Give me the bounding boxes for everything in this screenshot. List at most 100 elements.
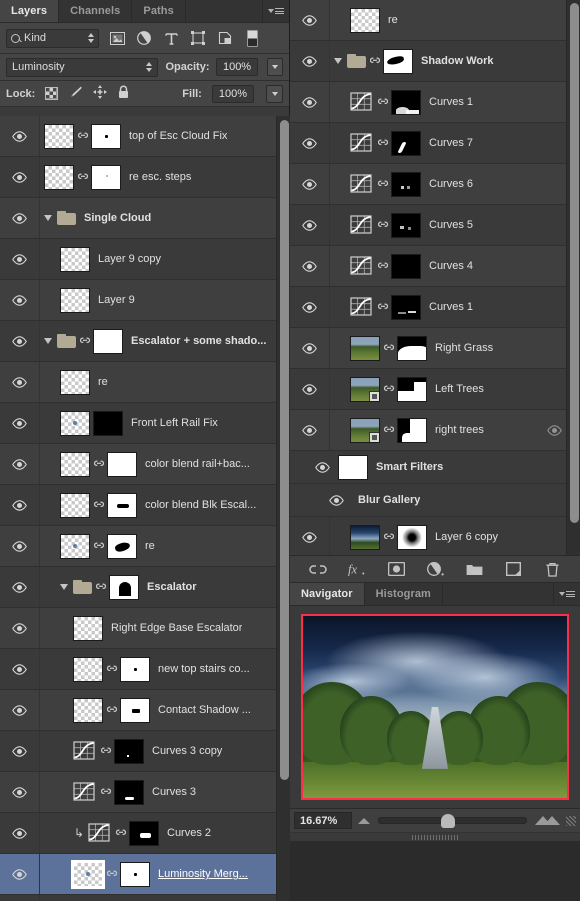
layer-mask-thumbnail[interactable] — [93, 411, 123, 436]
link-icon[interactable] — [377, 299, 388, 315]
link-icon[interactable] — [383, 340, 394, 356]
table-row[interactable]: re esc. steps — [0, 157, 276, 198]
layer-mask-thumbnail[interactable] — [129, 821, 159, 846]
opacity-input[interactable]: 100% — [216, 58, 257, 76]
fill-input[interactable]: 100% — [212, 85, 254, 103]
layer-thumbnail[interactable] — [350, 525, 380, 550]
layer-name[interactable]: Curves 5 — [429, 219, 473, 231]
layer-name[interactable]: Curves 7 — [429, 137, 473, 149]
table-row[interactable]: right trees — [290, 410, 566, 451]
table-row[interactable]: color blend rail+bac... — [0, 444, 276, 485]
layer-visibility-toggle[interactable] — [0, 649, 40, 689]
table-row[interactable]: Contact Shadow ... — [0, 690, 276, 731]
layer-visibility-toggle[interactable] — [0, 280, 40, 320]
zoom-in-mountain-icon[interactable] — [535, 816, 560, 825]
layer-visibility-toggle[interactable] — [0, 362, 40, 402]
layer-mask-thumbnail[interactable] — [397, 525, 427, 550]
table-row[interactable]: Curves 3 copy — [0, 731, 276, 772]
table-row[interactable]: ↳Curves 2 — [0, 813, 276, 854]
table-row[interactable]: Layer 9 — [0, 280, 276, 321]
table-row[interactable]: Curves 3 — [0, 772, 276, 813]
layer-name[interactable]: re — [145, 540, 155, 552]
curves-adjustment-icon[interactable] — [350, 174, 374, 194]
layer-name[interactable]: top of Esc Cloud Fix — [129, 130, 227, 142]
layer-thumbnail[interactable] — [73, 657, 103, 682]
curves-adjustment-icon[interactable] — [350, 215, 374, 235]
link-icon[interactable] — [93, 497, 104, 513]
table-row[interactable]: Right Edge Base Escalator — [0, 608, 276, 649]
layer-visibility-toggle[interactable] — [0, 731, 40, 771]
layer-visibility-toggle[interactable] — [0, 608, 40, 648]
new-group-icon[interactable] — [465, 560, 483, 578]
zoom-slider-knob[interactable] — [441, 814, 455, 828]
layer-name[interactable]: color blend rail+bac... — [145, 458, 250, 470]
layer-visibility-toggle[interactable] — [0, 239, 40, 279]
curves-adjustment-icon[interactable] — [350, 92, 374, 112]
layer-mask-thumbnail[interactable] — [114, 739, 144, 764]
link-icon[interactable] — [377, 94, 388, 110]
curves-adjustment-icon[interactable] — [88, 823, 112, 843]
disclosure-triangle-icon[interactable] — [44, 215, 52, 221]
link-icon[interactable] — [106, 661, 117, 677]
layer-visibility-toggle[interactable] — [290, 41, 330, 81]
navigator-menu-button[interactable] — [554, 583, 580, 605]
layer-mask-thumbnail[interactable] — [397, 418, 427, 443]
layer-thumbnail[interactable] — [350, 377, 380, 402]
disclosure-triangle-icon[interactable] — [334, 58, 342, 64]
adjustment-layer-icon[interactable] — [426, 560, 444, 578]
table-row[interactable]: Escalator Work — [0, 895, 276, 901]
layer-thumbnail[interactable] — [350, 418, 380, 443]
tab-navigator[interactable]: Navigator — [290, 583, 365, 605]
lock-transparency-icon[interactable] — [45, 87, 58, 100]
zoom-out-mountain-icon[interactable] — [358, 818, 370, 824]
layer-name[interactable]: Front Left Rail Fix — [131, 417, 218, 429]
layer-visibility-toggle[interactable] — [0, 854, 40, 894]
tab-layers[interactable]: Layers — [0, 0, 59, 22]
layer-name[interactable]: Curves 1 — [429, 301, 473, 313]
layer-visibility-toggle[interactable] — [0, 567, 40, 607]
link-icon[interactable] — [383, 422, 394, 438]
link-icon[interactable] — [93, 456, 104, 472]
curves-adjustment-icon[interactable] — [73, 782, 97, 802]
layer-name[interactable]: Right Grass — [435, 342, 493, 354]
smart-filters-thumbnail[interactable] — [338, 455, 368, 480]
layers-scrollbar-thumb[interactable] — [280, 120, 289, 780]
lock-position-icon[interactable] — [93, 85, 107, 102]
link-icon[interactable] — [106, 702, 117, 718]
table-row[interactable]: Curves 5 — [290, 205, 566, 246]
layer-thumbnail[interactable] — [60, 247, 90, 272]
pixel-filter-icon[interactable] — [109, 30, 125, 46]
layer-visibility-toggle[interactable] — [290, 82, 330, 122]
layer-visibility-toggle[interactable] — [290, 451, 336, 483]
layer-mask-thumbnail[interactable] — [383, 49, 413, 74]
link-icon[interactable] — [383, 529, 394, 545]
layer-visibility-toggle[interactable] — [290, 164, 330, 204]
layer-name[interactable]: Blur Gallery — [358, 494, 420, 506]
link-icon[interactable] — [100, 784, 111, 800]
layer-visibility-toggle[interactable] — [0, 444, 40, 484]
layer-name[interactable]: Luminosity Merg... — [158, 868, 248, 880]
layer-name[interactable]: Curves 3 — [152, 786, 196, 798]
add-mask-icon[interactable] — [387, 560, 405, 578]
table-row[interactable]: re — [0, 526, 276, 567]
link-icon[interactable] — [377, 258, 388, 274]
layer-visibility-toggle[interactable] — [0, 813, 40, 853]
layer-visibility-toggle[interactable] — [290, 0, 330, 40]
layer-visibility-toggle[interactable] — [290, 205, 330, 245]
curves-adjustment-icon[interactable] — [73, 741, 97, 761]
layer-visibility-toggle[interactable] — [290, 287, 330, 327]
layer-name[interactable]: Shadow Work — [421, 55, 494, 67]
link-icon[interactable] — [377, 176, 388, 192]
table-row[interactable]: Curves 4 — [290, 246, 566, 287]
table-row[interactable]: re — [0, 362, 276, 403]
layer-name[interactable]: re esc. steps — [129, 171, 191, 183]
table-row[interactable]: Left Trees — [290, 369, 566, 410]
table-row[interactable]: Escalator — [0, 567, 276, 608]
layer-fx-icon[interactable]: fx — [348, 560, 366, 578]
layer-visibility-toggle[interactable] — [290, 517, 330, 555]
layer-mask-thumbnail[interactable] — [391, 90, 421, 115]
layer-mask-thumbnail[interactable] — [120, 862, 150, 887]
layer-mask-thumbnail[interactable] — [91, 124, 121, 149]
layer-thumbnail[interactable] — [60, 411, 90, 436]
layer-visibility-toggle[interactable] — [290, 484, 350, 516]
